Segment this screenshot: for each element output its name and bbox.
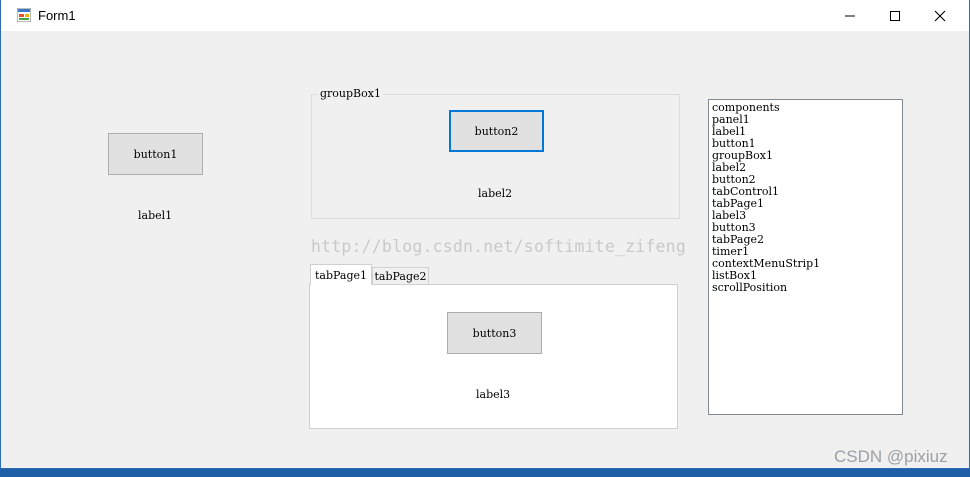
winforms-app-icon: [17, 8, 31, 22]
close-icon: [934, 10, 946, 21]
minimize-icon: [845, 15, 855, 16]
maximize-button[interactable]: [872, 0, 918, 31]
label1: label1: [138, 209, 173, 222]
title-bar[interactable]: Form1: [1, 0, 969, 31]
button3[interactable]: button3: [447, 312, 542, 354]
groupbox1-title: groupBox1: [318, 87, 383, 100]
list-item[interactable]: scrollPosition: [712, 282, 899, 294]
tab-tabpage1[interactable]: tabPage1: [310, 264, 372, 285]
groupbox1: groupBox1 button2 label2: [311, 87, 680, 219]
form-client-area: button1 label1 groupBox1 button2 label2 …: [1, 31, 969, 468]
form1-window: Form1 button1 label1 groupBox1 button2 l…: [0, 0, 970, 469]
tab-tabpage2[interactable]: tabPage2: [372, 267, 429, 285]
label3: label3: [476, 388, 511, 401]
button2[interactable]: button2: [449, 110, 544, 152]
listbox1[interactable]: components panel1 label1 button1 groupBo…: [708, 99, 903, 415]
maximize-icon: [890, 10, 900, 21]
button1[interactable]: button1: [108, 133, 203, 175]
csdn-watermark: CSDN @pixiuz: [834, 447, 948, 466]
window-title: Form1: [38, 8, 76, 23]
blog-watermark: http://blog.csdn.net/softimite_zifeng: [311, 237, 686, 256]
tabpage1-panel: button3 label3: [309, 284, 678, 429]
label2: label2: [478, 187, 513, 200]
close-button[interactable]: [917, 0, 963, 31]
minimize-button[interactable]: [827, 0, 873, 31]
